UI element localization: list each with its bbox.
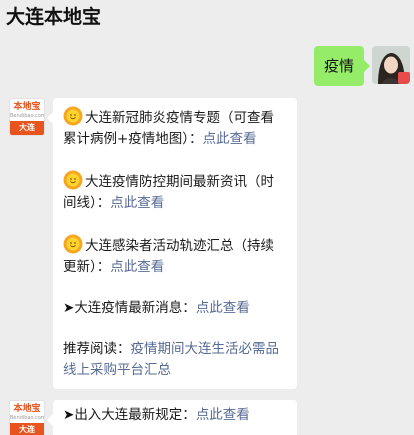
arrow-icon: ➤: [63, 300, 75, 316]
view-link[interactable]: 点此查看: [110, 259, 164, 275]
sun-icon: [63, 170, 83, 190]
notification-badge: [398, 72, 410, 84]
reply-item: ➤大连疫情最新消息：点此查看: [63, 298, 287, 319]
view-link[interactable]: 点此查看: [196, 300, 250, 316]
logo-text-city: 大连: [10, 423, 44, 435]
reply-item-text: 大连疫情最新消息：: [74, 300, 196, 316]
reply-item: 大连感染者活动轨迹汇总（持续更新）：点此查看: [63, 234, 287, 278]
view-link[interactable]: 点此查看: [110, 195, 164, 211]
reply-item: 大连疫情防控期间最新资讯（时间线）：点此查看: [63, 170, 287, 214]
sun-icon: [63, 106, 83, 126]
logo-text-top: 本地宝: [13, 102, 41, 112]
sun-icon: [63, 234, 83, 254]
view-link[interactable]: 点此查看: [203, 131, 257, 147]
user-avatar[interactable]: [372, 46, 410, 84]
reply-item: ➤出入大连最新规定：点此查看: [63, 405, 287, 426]
reply-item-text: 大连感染者活动轨迹汇总（持续更新）：: [63, 238, 274, 275]
reply-item-text: 大连疫情防控期间最新资讯（时间线）：: [63, 174, 274, 211]
arrow-icon: ➤: [63, 407, 75, 423]
view-link[interactable]: 点此查看: [196, 407, 250, 423]
reply-item: 大连新冠肺炎疫情专题（可查看累计病例+疫情地图）：点此查看: [63, 106, 287, 150]
chat-title: 大连本地宝: [0, 0, 414, 34]
logo-text-top: 本地宝: [13, 404, 41, 414]
logo-text-domain: Bendibao.com: [10, 415, 45, 421]
user-message-bubble[interactable]: 疫情: [313, 46, 371, 86]
reply-item-text: 推荐阅读：: [63, 341, 131, 357]
reply-item-text: 出入大连最新规定：: [74, 407, 196, 423]
reply-item: 推荐阅读：疫情期间大连生活必需品线上采购平台汇总: [63, 339, 287, 381]
bot-avatar[interactable]: 本地宝 Bendibao.com 大连: [9, 400, 45, 435]
bot-reply-bubble: 大连新冠肺炎疫情专题（可查看累计病例+疫情地图）：点此查看 大连疫情防控期间最新…: [47, 98, 297, 389]
bot-avatar[interactable]: 本地宝 Bendibao.com 大连: [9, 98, 45, 136]
logo-text-domain: Bendibao.com: [10, 113, 45, 119]
bot-reply-bubble: ➤出入大连最新规定：点此查看: [47, 400, 297, 435]
sent-message-row: 疫情: [0, 46, 414, 88]
logo-text-city: 大连: [10, 121, 44, 135]
